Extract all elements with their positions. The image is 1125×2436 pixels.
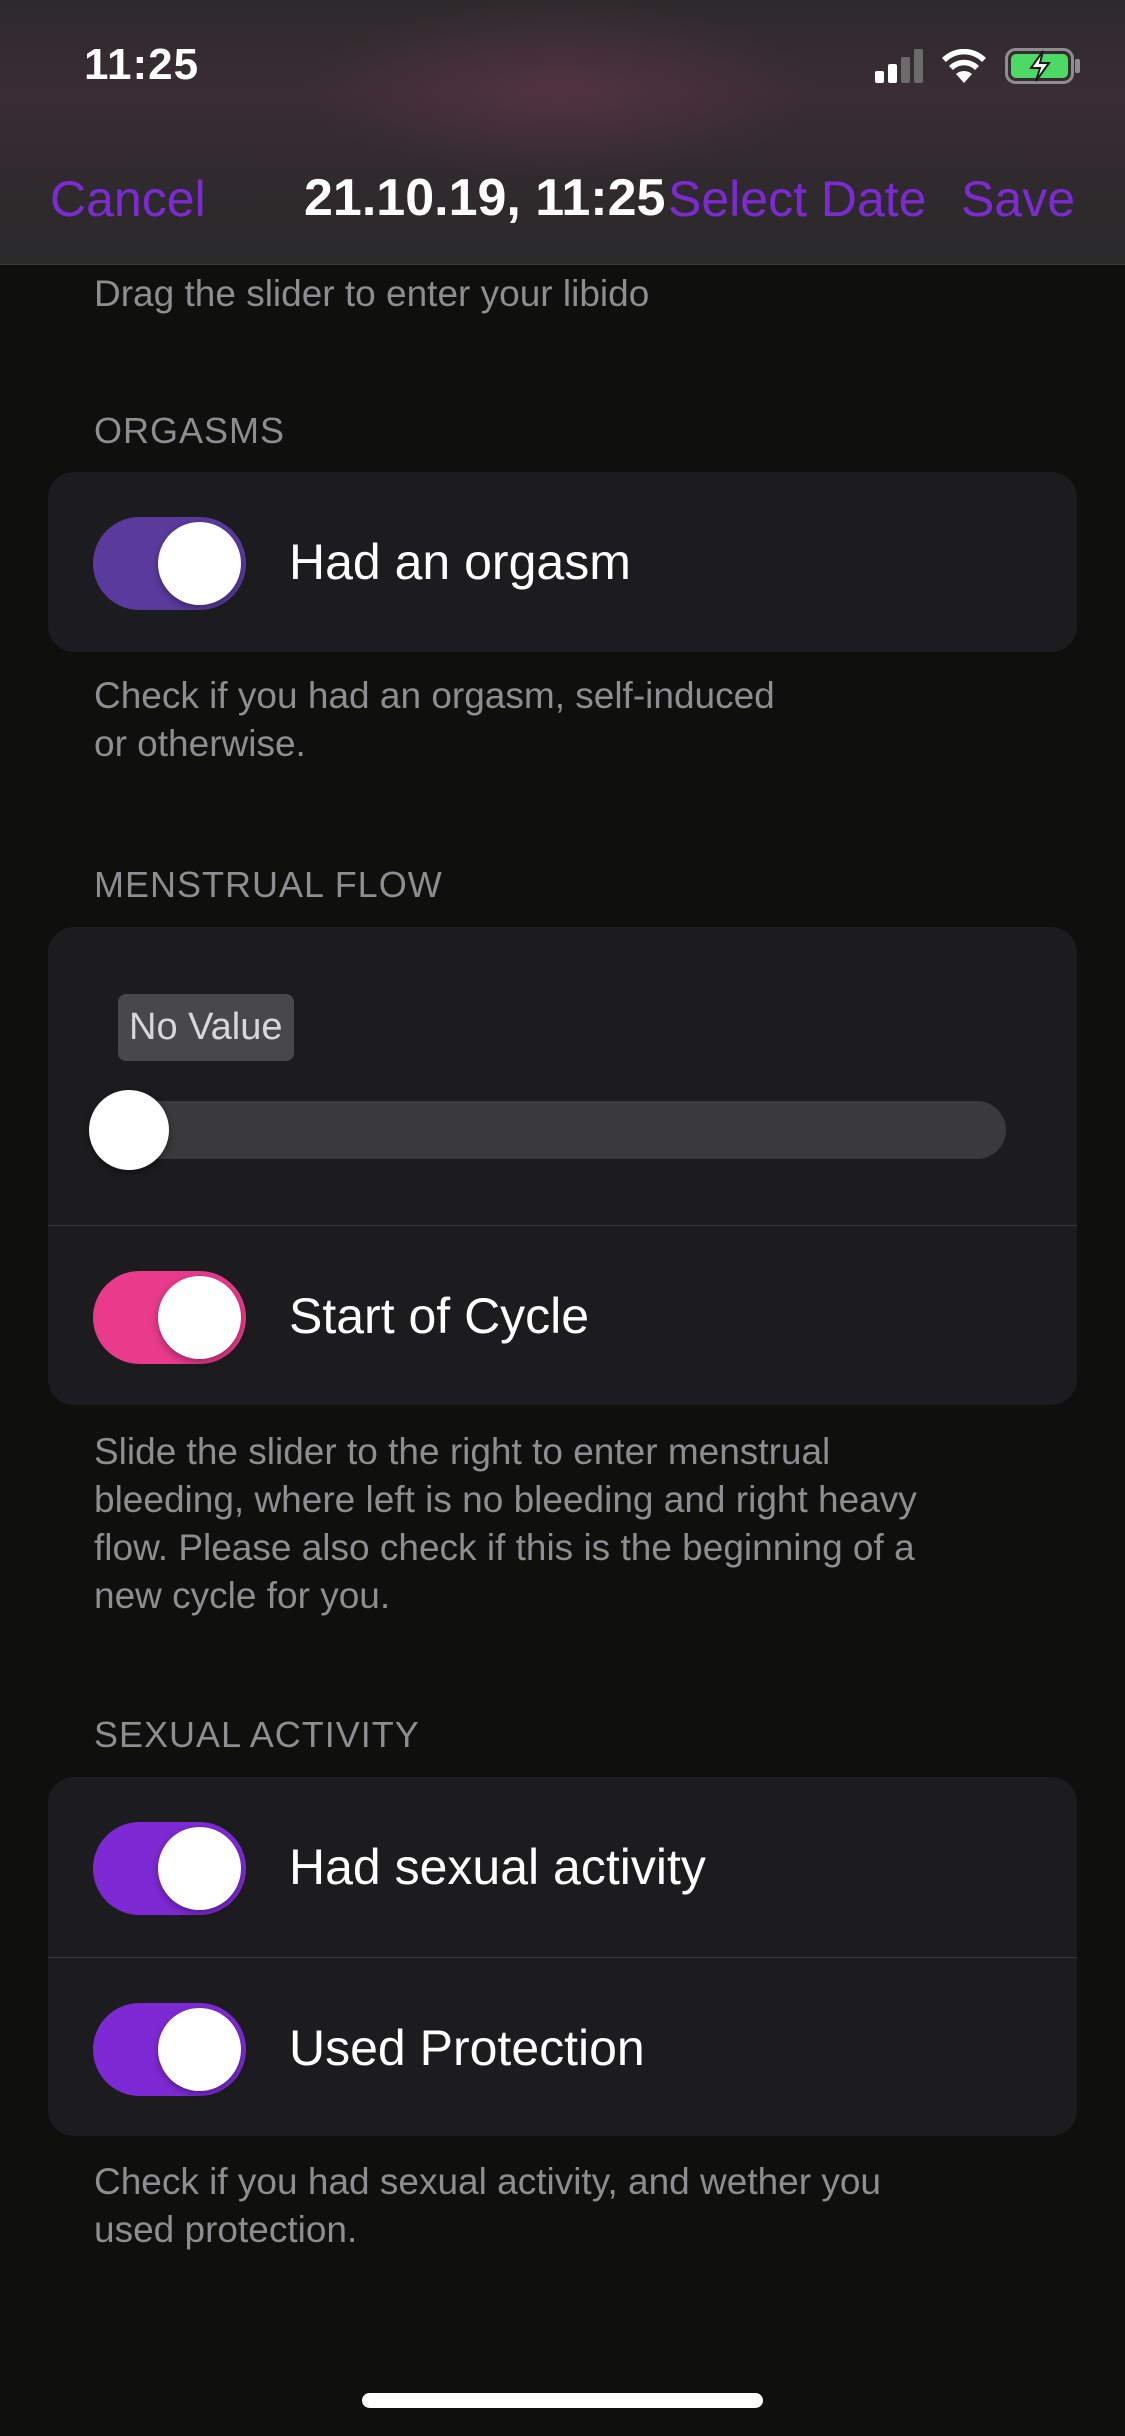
- sexual-activity-card: Had sexual activity Used Protection: [48, 1777, 1077, 2136]
- slider-value-badge: No Value: [118, 994, 294, 1061]
- menstrual-flow-footnote-line2: bleeding, where left is no bleeding and …: [94, 1479, 917, 1520]
- cellular-signal-icon: [875, 48, 923, 88]
- menstrual-flow-footnote: Slide the slider to the right to enter m…: [94, 1428, 1054, 1620]
- cancel-button[interactable]: Cancel: [50, 170, 206, 228]
- had-sexual-activity-row[interactable]: Had sexual activity: [48, 1777, 1077, 1957]
- menstrual-flow-footnote-line3: flow. Please also check if this is the b…: [94, 1527, 915, 1568]
- toggle-knob: [158, 2008, 241, 2091]
- menstrual-flow-footnote-line4: new cycle for you.: [94, 1575, 391, 1616]
- sexual-activity-footnote: Check if you had sexual activity, and we…: [94, 2158, 1054, 2254]
- status-icons: [875, 47, 1081, 89]
- orgasms-card: Had an orgasm: [48, 472, 1077, 652]
- home-indicator[interactable]: [362, 2393, 763, 2408]
- slider-thumb[interactable]: [89, 1090, 169, 1170]
- nav-bar: Cancel 21.10.19, 11:25 Select Date Save: [0, 160, 1125, 240]
- sexual-activity-footnote-line1: Check if you had sexual activity, and we…: [94, 2161, 882, 2202]
- status-time: 11:25: [84, 40, 200, 89]
- orgasm-row[interactable]: Had an orgasm: [48, 472, 1077, 652]
- start-of-cycle-toggle[interactable]: [93, 1271, 246, 1364]
- used-protection-label: Used Protection: [289, 2020, 645, 2076]
- had-sexual-activity-label: Had sexual activity: [289, 1839, 706, 1895]
- menstrual-flow-card: No Value Start of Cycle: [48, 927, 1077, 1405]
- start-of-cycle-row[interactable]: Start of Cycle: [48, 1225, 1077, 1405]
- orgasms-footnote: Check if you had an orgasm, self-induced…: [94, 672, 1054, 768]
- menstrual-flow-slider[interactable]: [96, 1101, 1006, 1159]
- toggle-knob: [158, 1276, 241, 1359]
- menstrual-flow-section-header: MENSTRUAL FLOW: [94, 864, 443, 905]
- wifi-icon: [941, 48, 987, 88]
- menstrual-flow-footnote-line1: Slide the slider to the right to enter m…: [94, 1431, 831, 1472]
- toggle-knob: [158, 1827, 241, 1910]
- select-date-button[interactable]: Select Date: [668, 170, 926, 228]
- sexual-activity-footnote-line2: used protection.: [94, 2209, 358, 2250]
- orgasms-footnote-line1: Check if you had an orgasm, self-induced: [94, 675, 775, 716]
- save-button[interactable]: Save: [961, 170, 1075, 228]
- sexual-activity-section-header: SEXUAL ACTIVITY: [94, 1714, 420, 1755]
- orgasm-toggle-label: Had an orgasm: [289, 534, 631, 590]
- orgasms-section-header: ORGASMS: [94, 410, 286, 451]
- date-title: 21.10.19, 11:25: [304, 169, 666, 227]
- battery-charging-icon: [1005, 47, 1081, 89]
- had-sexual-activity-toggle[interactable]: [93, 1822, 246, 1915]
- orgasm-toggle[interactable]: [93, 517, 246, 610]
- used-protection-row[interactable]: Used Protection: [48, 1957, 1077, 2136]
- menstrual-flow-slider-row: No Value: [48, 927, 1077, 1225]
- header: 11:25 Cancel 21.10.19, 11:25 Select Date…: [0, 0, 1125, 265]
- used-protection-toggle[interactable]: [93, 2003, 246, 2096]
- toggle-knob: [158, 522, 241, 605]
- libido-footnote: Drag the slider to enter your libido: [94, 273, 650, 314]
- start-of-cycle-label: Start of Cycle: [289, 1288, 590, 1344]
- orgasms-footnote-line2: or otherwise.: [94, 723, 306, 764]
- screen: 11:25 Cancel 21.10.19, 11:25 Select Date…: [0, 0, 1125, 2436]
